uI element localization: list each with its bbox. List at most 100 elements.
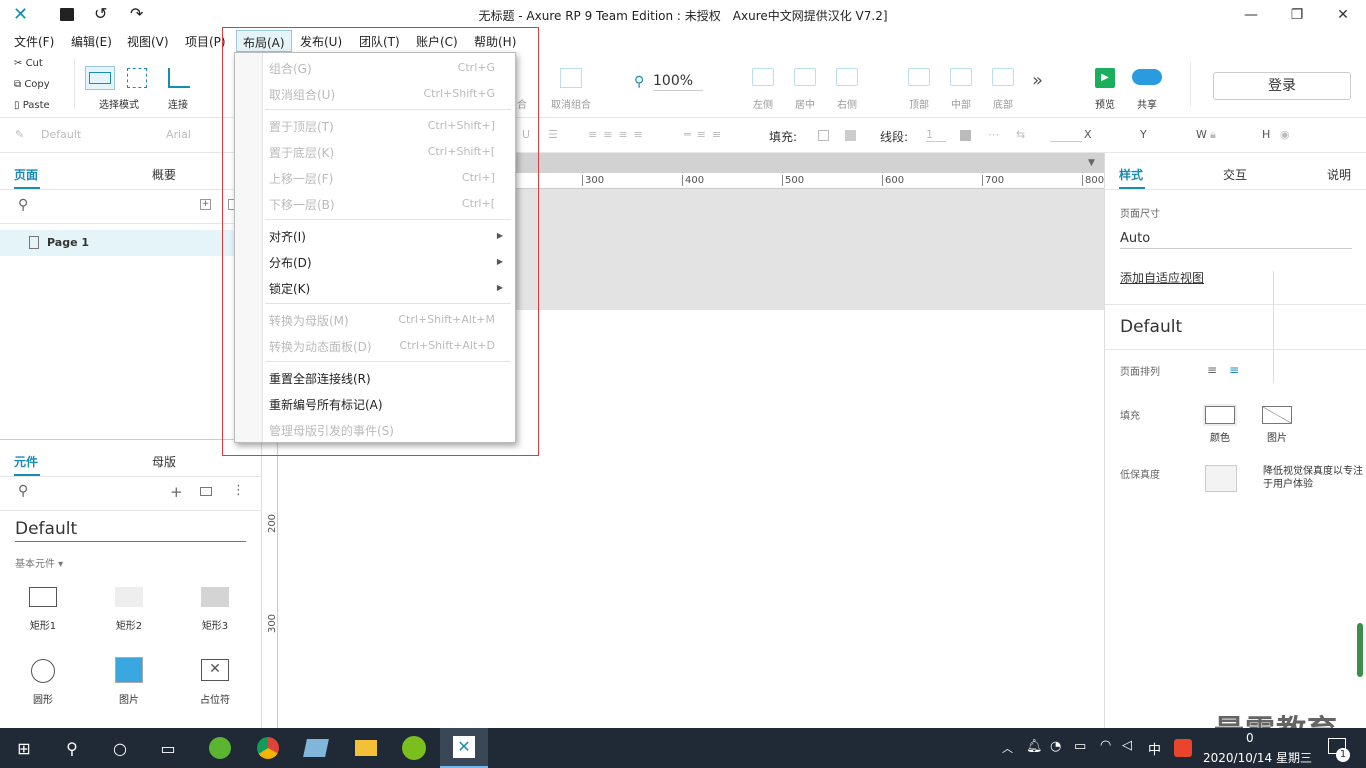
text-align-icons[interactable]: ≡≡≡≡	[588, 128, 649, 141]
align-bottom-icon[interactable]	[992, 68, 1014, 86]
category-header[interactable]: 基本元件 ▾	[15, 555, 63, 570]
style-select[interactable]: Default	[41, 128, 141, 141]
widget-image-icon[interactable]	[115, 657, 143, 683]
widget-circle-icon[interactable]	[31, 659, 55, 683]
menu-item-align[interactable]: 对齐(I)	[269, 228, 306, 245]
widget-placeholder-icon[interactable]: ✕	[201, 659, 229, 681]
show-hidden-icons[interactable]: ︿	[1002, 740, 1013, 756]
font-select[interactable]: Arial	[166, 128, 226, 141]
add-library-icon[interactable]: +	[170, 483, 183, 501]
page-row-page1[interactable]: Page 1	[0, 230, 262, 256]
menu-item-convert-dynamic-panel[interactable]: 转换为动态面板(D)	[269, 338, 372, 355]
cortana-icon[interactable]: ○	[96, 728, 144, 768]
stroke-pattern-icon[interactable]: ⋯	[988, 128, 999, 141]
add-page-icon[interactable]: +	[200, 199, 211, 210]
volume-icon[interactable]: ◁	[1122, 738, 1132, 753]
menu-edit[interactable]: 编辑(E)	[71, 33, 112, 50]
menu-item-reset-connectors[interactable]: 重置全部连接线(R)	[269, 370, 371, 387]
more-tools-icon[interactable]: »	[1032, 70, 1043, 91]
maximize-button[interactable]: ❐	[1274, 0, 1320, 30]
menu-file[interactable]: 文件(F)	[14, 33, 54, 50]
library-select[interactable]: Default	[15, 519, 246, 542]
tab-pages[interactable]: 页面	[14, 166, 38, 183]
green-app-icon[interactable]	[390, 728, 438, 768]
axure-taskbar-icon[interactable]: ✕	[440, 728, 488, 768]
qq-icon[interactable]: ◔	[1050, 739, 1061, 754]
fill-image-button[interactable]	[1262, 406, 1292, 424]
lock-icon[interactable]: 🔒︎	[1210, 128, 1216, 142]
task-view-icon[interactable]: ▭	[144, 728, 192, 768]
align-left-icon[interactable]	[752, 68, 774, 86]
menu-item-distribute[interactable]: 分布(D)	[269, 254, 312, 271]
list-icon[interactable]: ☰	[548, 128, 558, 141]
menu-item-manage-master-events[interactable]: 管理母版引发的事件(S)	[269, 422, 394, 439]
menu-project[interactable]: 项目(P)	[185, 33, 226, 50]
zoom-select[interactable]: 100%	[653, 73, 703, 91]
notepad-app-icon[interactable]	[292, 728, 340, 768]
add-adaptive-view-link[interactable]: 添加自适应视图	[1120, 269, 1204, 286]
menu-team[interactable]: 团队(T)	[359, 33, 400, 50]
align-center-page-icon[interactable]: ≡	[1229, 363, 1239, 377]
more-options-icon[interactable]: ⋮	[232, 483, 245, 498]
stroke-arrow-icon[interactable]: ⇆	[1016, 128, 1025, 141]
clock-date[interactable]: 2020/10/14 星期三	[1203, 749, 1312, 766]
menu-item-bring-front[interactable]: 置于顶层(T)	[269, 118, 334, 135]
menu-item-bring-forward[interactable]: 上移一层(F)	[269, 170, 333, 187]
menu-help[interactable]: 帮助(H)	[474, 33, 516, 50]
low-fidelity-toggle[interactable]	[1205, 465, 1237, 492]
tab-notes[interactable]: 说明	[1327, 166, 1351, 183]
align-top-icon[interactable]	[908, 68, 930, 86]
sogou-icon[interactable]	[1174, 739, 1192, 757]
notification-bell-icon[interactable]: 🔔︎	[1026, 739, 1043, 754]
fill-shadow-swatch[interactable]	[845, 130, 856, 141]
tab-outline[interactable]: 概要	[152, 166, 176, 183]
close-button[interactable]: ✕	[1320, 0, 1366, 30]
ime-indicator[interactable]: 中	[1148, 739, 1161, 758]
tab-dropdown-icon[interactable]: ▼	[1088, 158, 1095, 168]
menu-publish[interactable]: 发布(U)	[300, 33, 342, 50]
align-middle-icon[interactable]	[950, 68, 972, 86]
copy-button[interactable]: ⧉ Copy	[14, 79, 50, 90]
chrome-icon[interactable]	[244, 728, 292, 768]
menu-item-group[interactable]: 组合(G)	[269, 60, 312, 77]
x-field[interactable]	[1050, 141, 1082, 142]
menu-layout[interactable]: 布局(A)	[236, 30, 292, 52]
stroke-width[interactable]: 1	[926, 128, 946, 142]
tab-widgets[interactable]: 元件	[14, 453, 38, 470]
tab-interactions[interactable]: 交互	[1223, 166, 1247, 183]
widget-rect3-icon[interactable]	[201, 587, 229, 607]
scrollbar[interactable]	[1357, 623, 1363, 677]
tab-masters[interactable]: 母版	[152, 453, 176, 470]
battery-icon[interactable]: ▭	[1074, 739, 1086, 754]
menu-item-ungroup[interactable]: 取消组合(U)	[269, 86, 335, 103]
widget-rect2-icon[interactable]	[115, 587, 143, 607]
menu-account[interactable]: 账户(C)	[416, 33, 458, 50]
ungroup-icon[interactable]	[560, 68, 582, 88]
login-button[interactable]: 登录	[1213, 72, 1351, 100]
share-cloud-icon[interactable]	[1132, 69, 1162, 85]
stroke-color-swatch[interactable]	[960, 130, 971, 141]
windows-start-icon[interactable]: ⊞	[0, 728, 48, 768]
align-left-page-icon[interactable]: ≡	[1207, 363, 1217, 377]
cut-button[interactable]: ✂ Cut	[14, 58, 43, 69]
clock-time[interactable]: 0	[1246, 731, 1254, 745]
menu-item-send-backward[interactable]: 下移一层(B)	[269, 196, 335, 213]
menu-item-send-back[interactable]: 置于底层(K)	[269, 144, 334, 161]
connect-icon[interactable]	[168, 68, 190, 88]
wifi-icon[interactable]: ◠	[1100, 738, 1111, 753]
file-explorer-icon[interactable]	[342, 728, 390, 768]
browser-360-icon[interactable]	[196, 728, 244, 768]
intersect-select-icon[interactable]	[127, 68, 147, 88]
align-center-icon[interactable]	[794, 68, 816, 86]
underline-icon[interactable]: U	[522, 128, 530, 141]
menu-item-lock[interactable]: 锁定(K)	[269, 280, 310, 297]
menu-view[interactable]: 视图(V)	[127, 33, 169, 50]
library-copy-icon[interactable]	[200, 487, 212, 496]
menu-item-convert-master[interactable]: 转换为母版(M)	[269, 312, 349, 329]
menu-item-renumber-markers[interactable]: 重新编号所有标记(A)	[269, 396, 383, 413]
select-mode-button[interactable]	[85, 66, 115, 90]
preview-icon[interactable]: ▶	[1095, 68, 1115, 88]
search-taskbar-icon[interactable]: ⚲	[48, 728, 96, 768]
widget-search-icon[interactable]: ⚲	[18, 483, 28, 499]
line-spacing-icons[interactable]: ═≡≡	[684, 128, 727, 141]
